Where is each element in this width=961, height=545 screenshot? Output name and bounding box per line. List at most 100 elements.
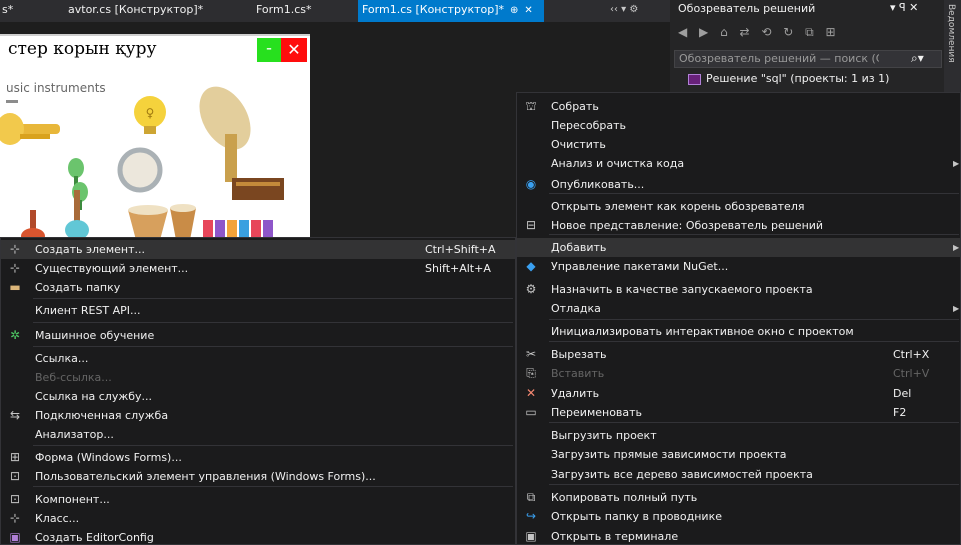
menu-item-label: Открыть элемент как корень обозревателя bbox=[551, 200, 805, 213]
instruments-picture[interactable]: ♀ bbox=[0, 70, 310, 237]
right-item-собрать[interactable]: ⛫ Собрать bbox=[517, 97, 960, 116]
editorconfig-icon: ▣ bbox=[9, 530, 21, 544]
left-item-машинное-обучение[interactable]: ✲ Машинное обучение bbox=[1, 326, 515, 345]
right-item-удалить[interactable]: ✕ Удалить Del bbox=[517, 384, 960, 403]
menu-separator bbox=[33, 298, 513, 299]
form-designer[interactable]: стер корын қуру – ✕ ♀ usic instruments bbox=[0, 34, 310, 237]
menu-item-label: Форма (Windows Forms)... bbox=[35, 451, 182, 464]
menu-item-label: Очистить bbox=[551, 138, 606, 151]
right-item-управление-пакетами-nuget[interactable]: ◆ Управление пакетами NuGet... bbox=[517, 257, 960, 276]
nuget-icon: ◆ bbox=[526, 259, 536, 273]
right-item-пересобрать[interactable]: Пересобрать bbox=[517, 116, 960, 135]
right-item-открыть-папку-в-проводнике[interactable]: ↪ Открыть папку в проводнике bbox=[517, 507, 960, 526]
menu-item-label: Клиент REST API... bbox=[35, 304, 141, 317]
menu-item-label: Пользовательский элемент управления (Win… bbox=[35, 470, 376, 483]
right-item-новое-представление-обозреватель-решений[interactable]: ⊟ Новое представление: Обозреватель решен… bbox=[517, 216, 960, 235]
right-item-опубликовать[interactable]: ◉ Опубликовать... bbox=[517, 175, 960, 194]
search-icon[interactable]: ⌕▾ bbox=[911, 51, 924, 66]
tab-label: Form1.cs* bbox=[256, 3, 312, 16]
tab-label: s* bbox=[2, 3, 14, 16]
connected-service-icon: ⇆ bbox=[9, 408, 21, 422]
left-item-клиент-rest-api[interactable]: Клиент REST API... bbox=[1, 301, 515, 320]
menu-item-label: Опубликовать... bbox=[551, 178, 645, 191]
new-view-icon: ⊟ bbox=[525, 218, 537, 232]
project-context-menu: ⛫ Собрать Пересобрать Очистить Анализ и очис… bbox=[516, 92, 961, 545]
menu-item-label: Управление пакетами NuGet... bbox=[551, 260, 729, 273]
left-item-создать-элемент[interactable]: ⊹ Создать элемент... Ctrl+Shift+A bbox=[1, 240, 515, 259]
bongo-drums-image bbox=[128, 204, 196, 237]
right-item-переименовать[interactable]: ▭ Переименовать F2 bbox=[517, 403, 960, 422]
left-item-создать-папку[interactable]: ▬ Создать папку bbox=[1, 278, 515, 297]
tab-label: avtor.cs [Конструктор]* bbox=[68, 3, 204, 16]
right-item-вставить[interactable]: ⎘ Вставить Ctrl+V bbox=[517, 364, 960, 383]
menu-item-label: Существующий элемент... bbox=[35, 262, 189, 275]
left-item-анализатор[interactable]: Анализатор... bbox=[1, 425, 515, 444]
left-item-компонент[interactable]: ⊡ Компонент... bbox=[1, 490, 515, 509]
publish-icon: ◉ bbox=[525, 177, 537, 191]
right-item-отладка[interactable]: Отладка ▶ bbox=[517, 299, 960, 318]
left-item-подключенная-служба[interactable]: ⇆ Подключенная служба bbox=[1, 406, 515, 425]
pin-icon[interactable]: ⊕ bbox=[510, 5, 518, 16]
right-item-вырезать[interactable]: ✂ Вырезать Ctrl+X bbox=[517, 345, 960, 364]
menu-separator bbox=[549, 422, 959, 423]
menu-item-shortcut: Ctrl+X bbox=[893, 348, 930, 361]
tab-s[interactable]: s* bbox=[2, 0, 42, 22]
tab-controls[interactable]: ‹‹ ▾ ⚙ bbox=[610, 0, 638, 22]
tambourine-image bbox=[117, 147, 163, 193]
right-item-выгрузить-проект[interactable]: Выгрузить проект bbox=[517, 426, 960, 445]
left-item-ссылка[interactable]: Ссылка... bbox=[1, 349, 515, 368]
close-icon[interactable]: ✕ bbox=[524, 5, 532, 16]
new-folder-icon: ▬ bbox=[9, 280, 21, 294]
right-item-загрузить-все-дерево-зависимостей-проекта[interactable]: Загрузить все дерево зависимостей проект… bbox=[517, 465, 960, 484]
left-item-класс[interactable]: ⊹ Класс... bbox=[1, 509, 515, 528]
menu-item-label: Удалить bbox=[551, 387, 600, 400]
ml-icon: ✲ bbox=[9, 328, 21, 342]
menu-separator bbox=[33, 445, 513, 446]
menu-item-label: Добавить bbox=[551, 241, 607, 254]
right-item-анализ-и-очистка-кода[interactable]: Анализ и очистка кода ▶ bbox=[517, 154, 960, 173]
form-title-bar: стер корын қуру – ✕ bbox=[0, 36, 310, 64]
new-item-icon: ⊹ bbox=[9, 242, 21, 256]
menu-item-label: Веб-ссылка... bbox=[35, 371, 112, 384]
menu-item-label: Создать EditorConfig bbox=[35, 531, 154, 544]
menu-item-shortcut: F2 bbox=[893, 406, 907, 419]
left-item-веб-ссылка[interactable]: Веб-ссылка... bbox=[1, 368, 515, 387]
form-close-button[interactable]: ✕ bbox=[281, 38, 307, 62]
left-item-пользовательский-элемент-управления-windows-forms[interactable]: ⊡ Пользовательский элемент управления (Wi… bbox=[1, 467, 515, 486]
menu-item-shortcut: Shift+Alt+A bbox=[425, 262, 491, 275]
right-item-добавить[interactable]: Добавить ▶ bbox=[517, 238, 960, 257]
left-item-форма-windows-forms[interactable]: ⊞ Форма (Windows Forms)... bbox=[1, 448, 515, 467]
tab-form1-designer[interactable]: Form1.cs [Конструктор]* ⊕ ✕ bbox=[358, 0, 544, 22]
music-instruments-label[interactable]: usic instruments bbox=[6, 81, 106, 95]
search-placeholder: Обозреватель решений — поиск (Ctrl+; bbox=[679, 52, 879, 65]
minimize-button[interactable]: – bbox=[257, 38, 281, 62]
menu-separator bbox=[549, 319, 959, 320]
menu-item-label: Отладка bbox=[551, 302, 601, 315]
right-item-инициализировать-интерактивное-окно-с-проектом[interactable]: Инициализировать интерактивное окно с пр… bbox=[517, 322, 960, 341]
menu-item-label: Собрать bbox=[551, 100, 599, 113]
tab-form1-cs[interactable]: Form1.cs* bbox=[256, 0, 346, 22]
right-item-копировать-полный-путь[interactable]: ⧉ Копировать полный путь bbox=[517, 488, 960, 507]
solution-node[interactable]: Решение "sql" (проекты: 1 из 1) bbox=[688, 72, 889, 85]
solution-explorer-toolbar[interactable]: ◀ ▶ ⌂ ⇄ ⟲ ↻ ⧉ ⊞ bbox=[678, 25, 840, 40]
right-item-загрузить-прямые-зависимости-проекта[interactable]: Загрузить прямые зависимости проекта bbox=[517, 445, 960, 464]
cut-icon: ✂ bbox=[525, 347, 537, 361]
right-item-открыть-в-терминале[interactable]: ▣ Открыть в терминале bbox=[517, 527, 960, 545]
right-item-очистить[interactable]: Очистить bbox=[517, 135, 960, 154]
menu-separator bbox=[33, 346, 513, 347]
left-item-ссылка-на-службу[interactable]: Ссылка на службу... bbox=[1, 387, 515, 406]
right-item-открыть-элемент-как-корень-обозревателя[interactable]: Открыть элемент как корень обозревателя bbox=[517, 197, 960, 216]
solution-search-input[interactable]: Обозреватель решений — поиск (Ctrl+; ⌕▾ bbox=[674, 50, 942, 68]
menu-item-label: Переименовать bbox=[551, 406, 643, 419]
notifications-side-strip[interactable]: Ведомления bbox=[944, 0, 961, 100]
menu-item-label: Анализатор... bbox=[35, 428, 114, 441]
left-item-создать-editorconfig[interactable]: ▣ Создать EditorConfig bbox=[1, 528, 515, 545]
tab-avtor-designer[interactable]: avtor.cs [Конструктор]* bbox=[68, 0, 228, 22]
panel-window-controls[interactable]: ▾ ꟼ ✕ bbox=[890, 1, 918, 14]
menu-item-label: Создать папку bbox=[35, 281, 121, 294]
trumpet-image bbox=[0, 113, 60, 145]
right-item-назначить-в-качестве-запускаемого-проекта[interactable]: ⚙ Назначить в качестве запускаемого проек… bbox=[517, 280, 960, 299]
menu-item-label: Загрузить прямые зависимости проекта bbox=[551, 448, 787, 461]
left-item-существующий-элемент[interactable]: ⊹ Существующий элемент... Shift+Alt+A bbox=[1, 259, 515, 278]
paste-icon: ⎘ bbox=[526, 366, 536, 380]
